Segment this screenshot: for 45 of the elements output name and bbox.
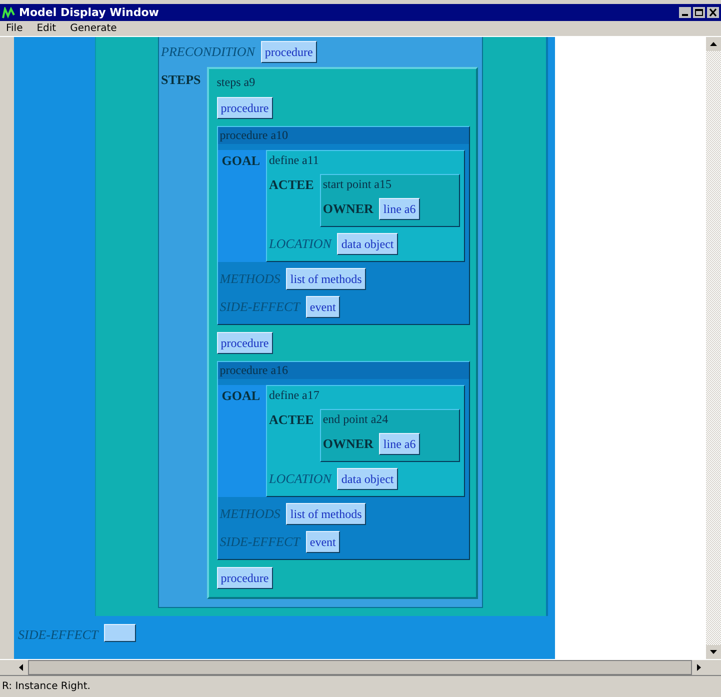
menu-item[interactable]: Generate xyxy=(70,23,117,34)
value-button[interactable]: line a6 xyxy=(379,198,420,220)
value-button[interactable]: procedure xyxy=(260,41,317,63)
value-button[interactable]: procedure xyxy=(216,567,273,589)
instance-title: define a17 xyxy=(269,388,320,403)
zigzag-icon xyxy=(2,6,16,18)
maximize-icon[interactable] xyxy=(693,7,705,18)
slot-label: METHODS xyxy=(220,505,280,522)
slot-label: LOCATION xyxy=(269,235,332,252)
value-button[interactable]: line a6 xyxy=(379,433,420,455)
value-button[interactable]: procedure xyxy=(216,332,273,354)
value-button[interactable]: event xyxy=(306,531,340,553)
vertical-scrollbar[interactable] xyxy=(706,37,721,659)
slot-label: GOAL xyxy=(222,387,260,404)
slot-label: METHODS xyxy=(220,270,280,287)
instance-title: start point a15 xyxy=(322,177,392,192)
value-button[interactable]: list of methods xyxy=(286,503,366,525)
slot-label: OWNER xyxy=(322,200,374,217)
instance-title: end point a24 xyxy=(322,412,390,427)
value-button[interactable]: event xyxy=(306,296,340,318)
menu-item[interactable]: Edit xyxy=(36,23,56,34)
slot-label: STEPS xyxy=(161,71,201,88)
instance-title: procedure a16 xyxy=(218,362,469,379)
slot-label: SIDE-EFFECT xyxy=(220,533,300,550)
value-button[interactable]: procedure xyxy=(216,97,273,119)
slot-label: GOAL xyxy=(222,152,260,169)
slot-label: SIDE-EFFECT xyxy=(220,298,300,315)
slot-label: SIDE-EFFECT xyxy=(18,626,98,643)
minimize-icon[interactable] xyxy=(679,7,691,18)
instance-title: procedure a10 xyxy=(218,127,469,144)
close-icon[interactable] xyxy=(707,7,719,18)
window-title: Model Display Window xyxy=(19,6,159,19)
slot-label: PRECONDITION xyxy=(161,43,255,60)
slot-label: ACTEE xyxy=(269,176,314,193)
instance-title: define a11 xyxy=(269,153,320,168)
slot-label: OWNER xyxy=(322,435,374,452)
value-button[interactable] xyxy=(104,624,136,642)
value-button[interactable]: list of methods xyxy=(286,268,366,290)
status-text: R: Instance Right. xyxy=(2,681,90,692)
value-button[interactable]: data object xyxy=(337,468,398,490)
instance-title: steps a9 xyxy=(216,75,256,90)
slot-label: ACTEE xyxy=(269,411,314,428)
value-button[interactable]: data object xyxy=(337,233,398,255)
slot-label: LOCATION xyxy=(269,470,332,487)
menu-item[interactable]: File xyxy=(6,23,23,34)
